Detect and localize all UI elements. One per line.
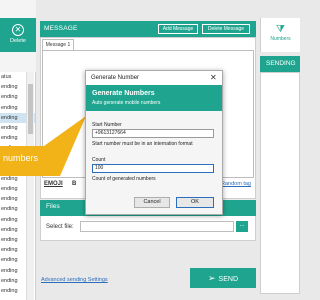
send-label: SEND [218,276,238,283]
numbers-button[interactable]: ⧩ Numbers [260,18,300,52]
advanced-settings-link[interactable]: Advanced sending Settings [41,277,108,283]
dialog-header-title: Generate Numbers [92,90,155,97]
start-number-hint: Start number must be in an internation f… [92,141,193,147]
message-title: MESSAGE [44,25,78,32]
scrollbar-thumb[interactable] [28,84,33,134]
browse-button[interactable]: ... [236,221,248,232]
dialog-header: Generate Numbers Auto generate mobile nu… [86,85,222,111]
numbers-label: Numbers [270,36,291,42]
message-header: MESSAGE Add Message Delete Message [40,21,256,37]
close-circle-icon: ✕ [12,24,24,36]
dialog-titlebar: Generate Number ✕ [86,71,222,85]
sending-header: SENDING [260,56,300,72]
callout-text: numbers [3,153,39,163]
file-path-input[interactable] [80,221,234,232]
count-input[interactable]: 100 [92,164,214,173]
close-icon[interactable]: ✕ [210,73,217,82]
count-hint: Count of generated numbers [92,176,156,182]
funnel-icon: ⧩ [276,24,285,35]
send-icon: ➢ [208,273,216,283]
status-list-scrollbar[interactable] [26,72,34,300]
send-button[interactable]: ➢ SEND [190,268,256,288]
count-label: Count [92,157,106,163]
generate-number-dialog: Generate Number ✕ Generate Numbers Auto … [85,70,223,215]
cancel-button[interactable]: Cancel [134,197,170,208]
ok-button[interactable]: OK [176,197,214,208]
files-title: Files [46,203,60,210]
sending-list [260,72,300,294]
start-number-label: Start Number [92,122,122,128]
delete-message-button[interactable]: Delete Message [202,24,250,34]
emoji-button[interactable]: EMOJI [44,181,63,187]
select-file-label: Select file: [46,224,74,230]
random-tag-link[interactable]: Random tag [221,181,251,187]
start-number-input[interactable]: +9613127664 [92,129,214,138]
dialog-header-subtitle: Auto generate mobile numbers [92,100,161,106]
delete-button-label: Delete [10,38,26,44]
add-message-button[interactable]: Add Message [158,24,198,34]
dialog-title: Generate Number [91,75,140,81]
bold-button[interactable]: B [72,181,76,187]
delete-button[interactable]: ✕ Delete [0,18,36,52]
tab-message-1[interactable]: Message 1 [42,39,74,50]
